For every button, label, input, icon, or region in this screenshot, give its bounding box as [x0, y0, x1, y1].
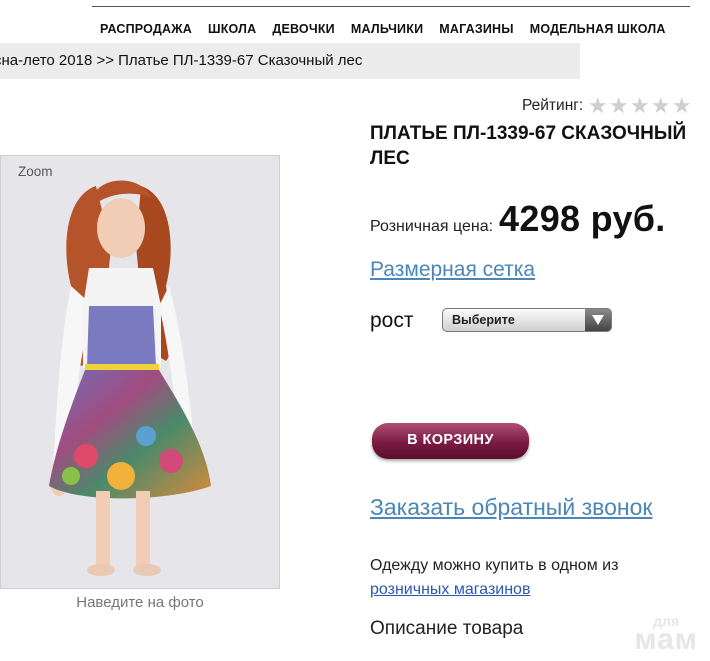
- price-value: 4298 руб.: [499, 198, 666, 239]
- star-icon[interactable]: ★: [650, 95, 671, 117]
- nav-item-sale[interactable]: РАСПРОДАЖА: [100, 22, 192, 36]
- star-icon[interactable]: ★: [671, 95, 692, 117]
- size-chart-link[interactable]: Размерная сетка: [370, 258, 535, 282]
- dress-photo-image: [49, 180, 211, 576]
- height-label: рост: [370, 309, 414, 332]
- price-row: Розничная цена: 4298 руб.: [370, 198, 666, 240]
- retail-stores-link[interactable]: розничных магазинов: [370, 581, 530, 599]
- top-divider: [92, 6, 690, 7]
- main-nav: РАСПРОДАЖА ШКОЛА ДЕВОЧКИ МАЛЬЧИКИ МАГАЗИ…: [100, 22, 666, 36]
- rating: Рейтинг: ★ ★ ★ ★ ★: [522, 95, 692, 117]
- add-to-cart-label: В КОРЗИНУ: [407, 432, 494, 448]
- star-icon[interactable]: ★: [629, 95, 650, 117]
- price-label: Розничная цена:: [370, 218, 494, 235]
- callback-link[interactable]: Заказать обратный звонок: [370, 494, 652, 521]
- buy-info-text: Одежду можно купить в одном из: [370, 557, 619, 574]
- star-icon[interactable]: ★: [608, 95, 629, 117]
- height-select-value: Выберите: [452, 313, 515, 327]
- breadcrumb-text[interactable]: сна-лето 2018 >> Платье ПЛ-1339-67 Сказо…: [0, 52, 362, 69]
- add-to-cart-button[interactable]: В КОРЗИНУ: [372, 423, 529, 459]
- photo-caption: Наведите на фото: [76, 594, 204, 611]
- breadcrumb: сна-лето 2018 >> Платье ПЛ-1339-67 Сказо…: [0, 43, 580, 79]
- height-select[interactable]: Выберите: [442, 308, 612, 332]
- watermark-logo: для мам: [634, 614, 698, 656]
- rating-stars[interactable]: ★ ★ ★ ★ ★: [587, 95, 692, 117]
- rating-label: Рейтинг:: [522, 97, 584, 114]
- nav-item-boys[interactable]: МАЛЬЧИКИ: [351, 22, 423, 36]
- nav-item-model-school[interactable]: МОДЕЛЬНАЯ ШКОЛА: [530, 22, 666, 36]
- star-icon[interactable]: ★: [587, 95, 608, 117]
- product-photo[interactable]: Zoom: [0, 155, 280, 589]
- nav-item-stores[interactable]: МАГАЗИНЫ: [439, 22, 513, 36]
- dropdown-button[interactable]: [585, 309, 611, 331]
- chevron-down-icon: [592, 315, 604, 325]
- nav-item-school[interactable]: ШКОЛА: [208, 22, 256, 36]
- nav-item-girls[interactable]: ДЕВОЧКИ: [272, 22, 334, 36]
- watermark-line2: мам: [634, 623, 698, 656]
- product-title: ПЛАТЬЕ ПЛ-1339-67 СКАЗОЧНЫЙ ЛЕС: [370, 123, 687, 169]
- description-title: Описание товара: [370, 618, 524, 639]
